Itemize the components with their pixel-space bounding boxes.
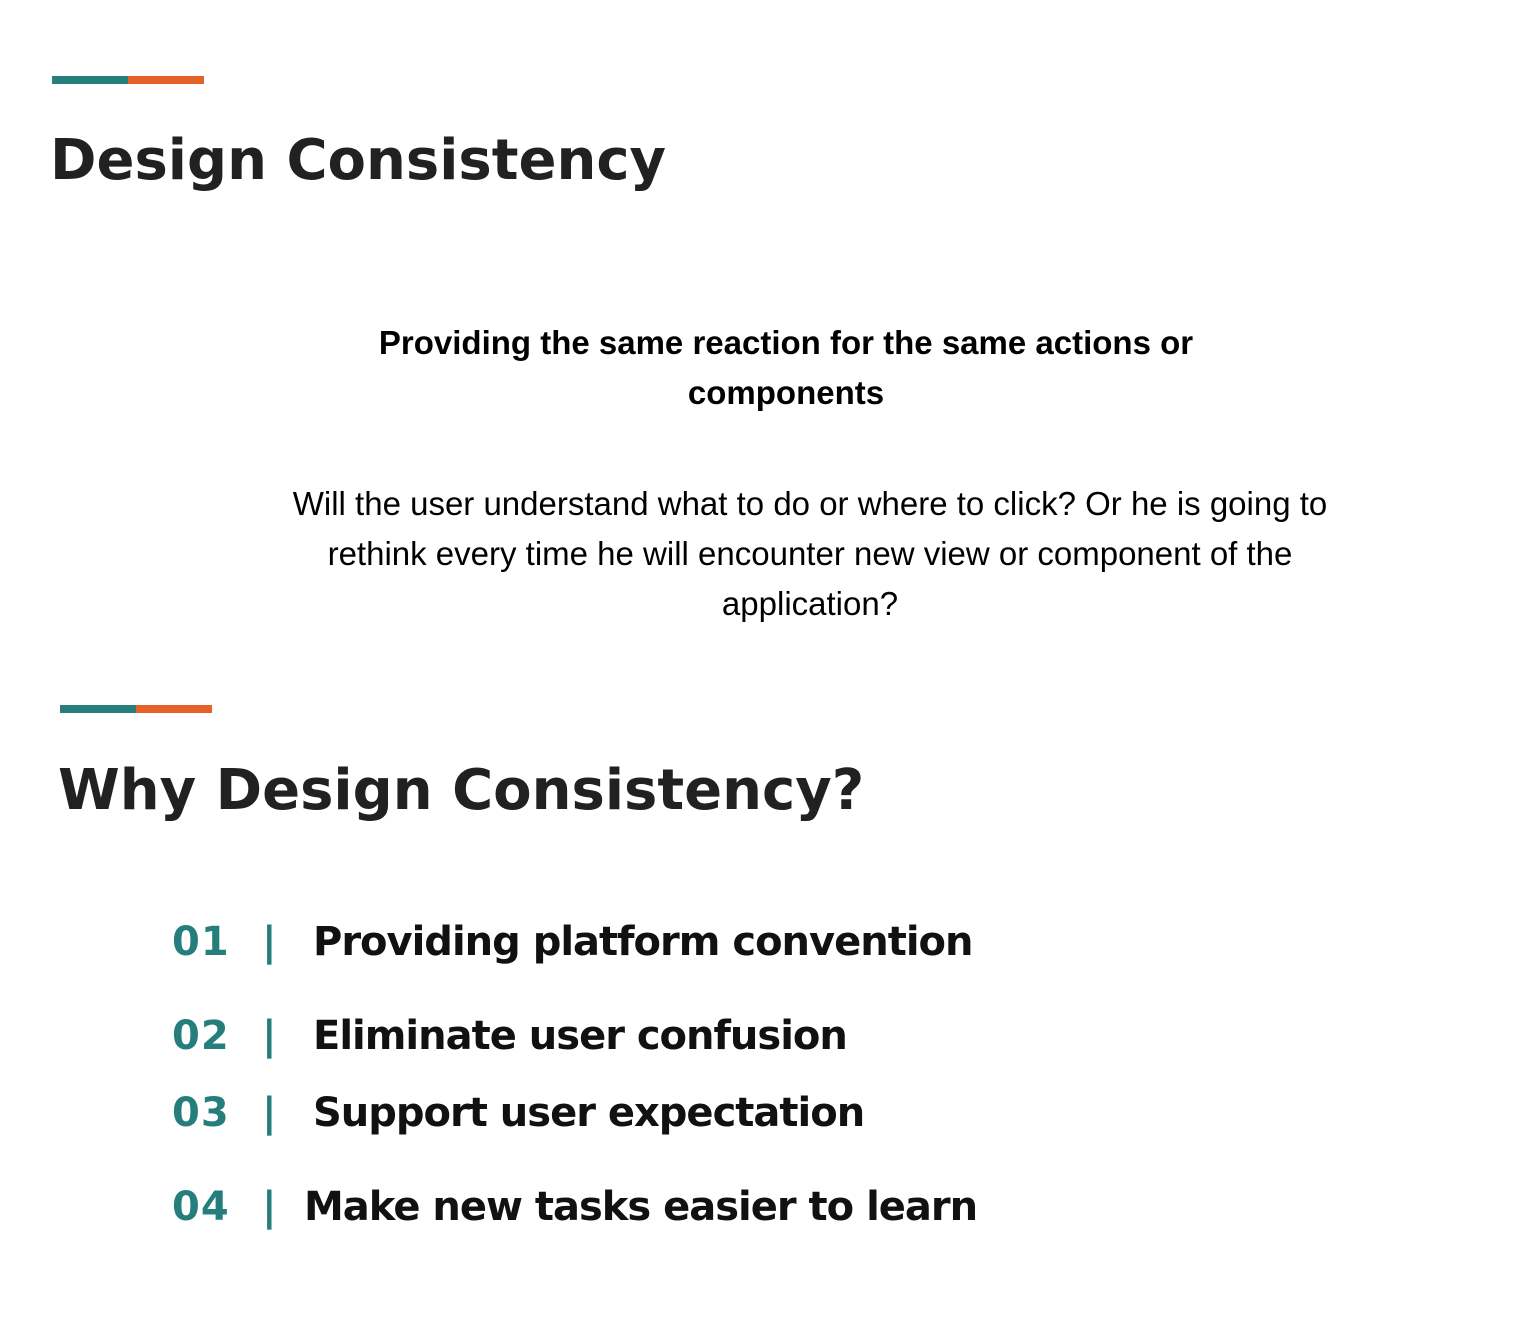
list-item-text: Providing platform convention bbox=[313, 919, 973, 965]
list-item-number: 02 bbox=[172, 1013, 230, 1059]
section-title-design-consistency: Design Consistency bbox=[50, 128, 667, 193]
list-item-text: Support user expectation bbox=[313, 1090, 865, 1136]
accent-bar-top bbox=[52, 76, 204, 84]
list-item-number: 03 bbox=[172, 1090, 230, 1136]
accent-bar-orange-segment bbox=[128, 76, 204, 84]
section-body-text: Will the user understand what to do or w… bbox=[292, 485, 1328, 622]
list-item-separator: | bbox=[262, 1013, 277, 1059]
accent-bar-bottom bbox=[60, 705, 212, 713]
list-item: 03 | Support user expectation bbox=[0, 1081, 1200, 1145]
accent-bar-orange-segment bbox=[136, 705, 212, 713]
list-item-text: Make new tasks easier to learn bbox=[304, 1184, 978, 1230]
list-item: 01 | Providing platform convention bbox=[0, 910, 1200, 974]
list-item-separator: | bbox=[262, 1184, 277, 1230]
accent-bar-teal-segment bbox=[60, 705, 136, 713]
accent-bar-teal-segment bbox=[52, 76, 128, 84]
list-item: 02 | Eliminate user confusion bbox=[0, 1004, 1200, 1068]
section-subtitle: Providing the same reaction for the same… bbox=[378, 324, 1194, 411]
list-item-text: Eliminate user confusion bbox=[313, 1013, 848, 1059]
list-item-number: 04 bbox=[172, 1184, 230, 1230]
list-item-separator: | bbox=[262, 1090, 277, 1136]
list-item-separator: | bbox=[262, 919, 277, 965]
list-item: 04 | Make new tasks easier to learn bbox=[0, 1175, 1200, 1239]
list-item-number: 01 bbox=[172, 919, 230, 965]
section-title-why-design-consistency: Why Design Consistency? bbox=[58, 758, 865, 823]
